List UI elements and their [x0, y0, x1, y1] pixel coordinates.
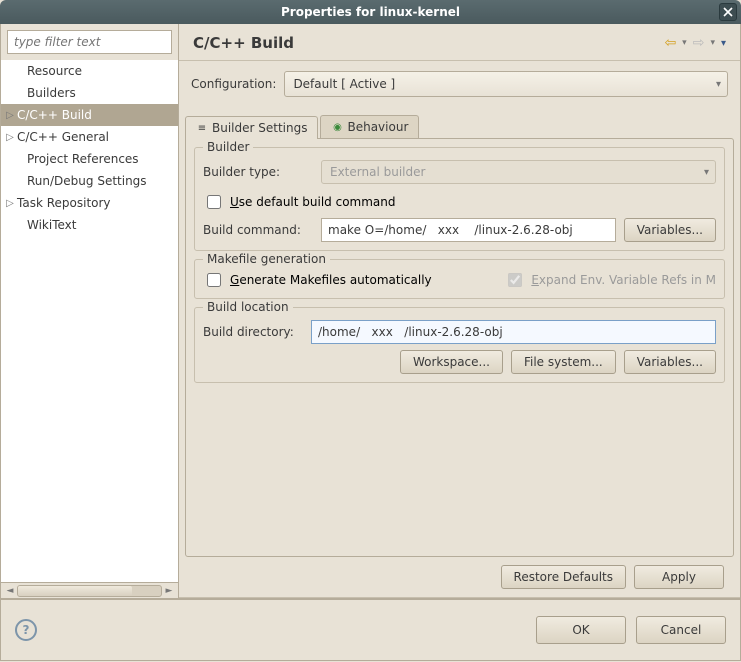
tab-builder-settings[interactable]: ≡ Builder Settings: [185, 116, 318, 139]
menu-dropdown-icon[interactable]: ▾: [721, 38, 726, 49]
expand-env-label: Expand Env. Variable Refs in M: [531, 273, 716, 287]
build-directory-label: Build directory:: [203, 325, 303, 339]
page-title: C/C++ Build: [193, 34, 664, 52]
apply-button[interactable]: Apply: [634, 565, 724, 589]
close-button[interactable]: [719, 3, 737, 21]
build-location-title: Build location: [203, 300, 293, 314]
builder-type-dropdown: External builder ▾: [321, 160, 716, 184]
build-command-label: Build command:: [203, 223, 313, 237]
tree-item-task-repository[interactable]: ▷Task Repository: [1, 192, 178, 214]
restore-defaults-button[interactable]: Restore Defaults: [501, 565, 626, 589]
titlebar: Properties for linux-kernel: [0, 0, 741, 24]
makefile-group-title: Makefile generation: [203, 252, 330, 266]
radio-icon: ◉: [331, 121, 343, 133]
scroll-track[interactable]: [17, 585, 162, 597]
tab-behaviour[interactable]: ◉ Behaviour: [320, 115, 419, 138]
filesystem-button[interactable]: File system...: [511, 350, 616, 374]
generate-makefiles-label: Generate Makefiles automatically: [230, 273, 432, 287]
sidebar-hscroll[interactable]: ◄ ►: [1, 582, 178, 598]
expand-icon: ▷: [3, 110, 17, 121]
chevron-down-icon: ▾: [704, 167, 709, 178]
chevron-down-icon: ▾: [682, 38, 687, 48]
builder-type-label: Builder type:: [203, 165, 313, 179]
sidebar: Resource Builders ▷C/C++ Build ▷C/C++ Ge…: [1, 24, 179, 598]
help-icon: ?: [23, 623, 30, 637]
configuration-label: Configuration:: [191, 77, 276, 91]
build-command-input[interactable]: [321, 218, 616, 242]
use-default-build-label: Use default build command: [230, 195, 396, 209]
builder-group: Builder Builder type: External builder ▾…: [194, 147, 725, 251]
filter-input[interactable]: [7, 30, 172, 54]
variables-button-2[interactable]: Variables...: [624, 350, 716, 374]
build-location-group: Build location Build directory: Workspac…: [194, 307, 725, 383]
builder-group-title: Builder: [203, 140, 253, 154]
window-title: Properties for linux-kernel: [281, 5, 460, 19]
expand-icon: ▷: [3, 198, 17, 209]
tree-item-builders[interactable]: Builders: [1, 82, 178, 104]
nav-forward-icon: ⇨: [693, 35, 705, 51]
generate-makefiles-checkbox[interactable]: [207, 273, 221, 287]
variables-button[interactable]: Variables...: [624, 218, 716, 242]
use-default-build-checkbox[interactable]: [207, 195, 221, 209]
help-button[interactable]: ?: [15, 619, 37, 641]
tree-item-resource[interactable]: Resource: [1, 60, 178, 82]
list-icon: ≡: [196, 122, 208, 134]
nav-back-icon[interactable]: ⇦: [664, 35, 676, 51]
category-tree[interactable]: Resource Builders ▷C/C++ Build ▷C/C++ Ge…: [1, 60, 178, 582]
tree-item-project-references[interactable]: Project References: [1, 148, 178, 170]
build-directory-input[interactable]: [311, 320, 716, 344]
tree-item-wikitext[interactable]: WikiText: [1, 214, 178, 236]
chevron-down-icon: ▾: [710, 38, 715, 48]
ok-button[interactable]: OK: [536, 616, 626, 644]
cancel-button[interactable]: Cancel: [636, 616, 726, 644]
scroll-right-icon: ►: [162, 586, 176, 596]
configuration-dropdown[interactable]: Default [ Active ] ▾: [284, 71, 728, 97]
scroll-left-icon: ◄: [3, 586, 17, 596]
tree-item-cpp-general[interactable]: ▷C/C++ General: [1, 126, 178, 148]
scroll-thumb[interactable]: [18, 586, 132, 596]
tree-item-cpp-build[interactable]: ▷C/C++ Build: [1, 104, 178, 126]
main-panel: C/C++ Build ⇦ ▾ ⇨ ▾ ▾ Configuration: Defau…: [179, 24, 740, 598]
makefile-group: Makefile generation Generate Makefiles a…: [194, 259, 725, 299]
tree-item-run-debug[interactable]: Run/Debug Settings: [1, 170, 178, 192]
close-icon: [723, 7, 733, 17]
expand-env-checkbox: [508, 273, 522, 287]
workspace-button[interactable]: Workspace...: [400, 350, 503, 374]
expand-icon: ▷: [3, 132, 17, 143]
chevron-down-icon: ▾: [716, 79, 721, 90]
